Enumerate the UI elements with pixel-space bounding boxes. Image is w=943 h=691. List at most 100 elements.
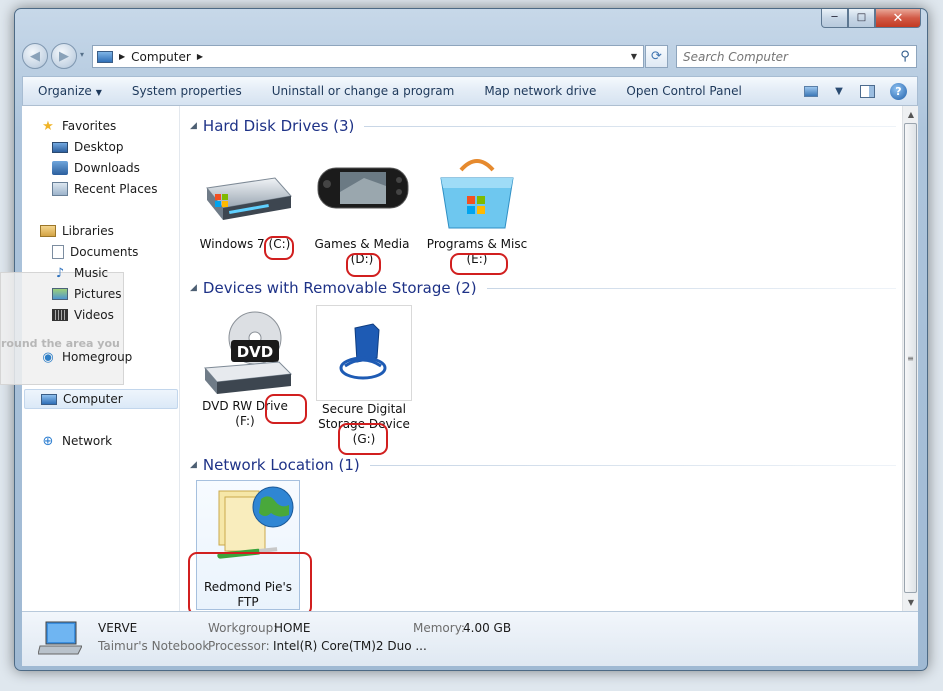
red-annotation-circle: [265, 394, 307, 424]
drive-d[interactable]: Games & Media (D:): [310, 148, 414, 267]
close-button[interactable]: ✕: [875, 9, 921, 28]
view-options-dropdown-icon[interactable]: ▼: [834, 84, 844, 98]
drive-label: Programs & Misc: [425, 237, 529, 252]
change-view-button[interactable]: [802, 84, 820, 98]
search-box[interactable]: ⚲: [676, 45, 917, 68]
toolbar-right: ▼ ?: [802, 82, 917, 100]
memory-label: Memory:: [413, 621, 465, 635]
sidebar-item-homegroup[interactable]: ◉ Homegroup: [40, 347, 132, 367]
sidebar-item-label: Libraries: [62, 224, 114, 238]
refresh-icon: ⟳: [651, 49, 662, 64]
sidebar-item-pictures[interactable]: Pictures: [52, 284, 122, 304]
red-annotation-circle: [338, 423, 388, 455]
system-properties-button[interactable]: System properties: [117, 84, 257, 98]
dvd-drive-icon: DVD: [203, 311, 293, 394]
map-network-drive-button[interactable]: Map network drive: [469, 84, 611, 98]
navigation-bar: ◀ ▶ ▾ ▶ Computer ▶ ▼ ⟳ ⚲: [22, 42, 918, 70]
breadcrumb-chevron-icon[interactable]: ▶: [119, 52, 125, 61]
shopping-basket-icon: [440, 159, 514, 229]
sd-card-icon: [339, 323, 387, 380]
forward-button[interactable]: ▶: [51, 43, 77, 69]
sidebar-item-libraries[interactable]: Libraries: [40, 221, 114, 241]
drive-letter: (F:): [235, 414, 255, 428]
address-dropdown-icon[interactable]: ▼: [631, 52, 637, 61]
computer-description: Taimur's Notebook: [98, 639, 210, 653]
drive-label: Games & Media: [310, 237, 414, 252]
sidebar-item-label: Documents: [70, 245, 139, 259]
scroll-down-icon[interactable]: ▼: [903, 594, 919, 611]
computer-icon: [97, 50, 113, 63]
pictures-icon: [52, 288, 68, 300]
breadcrumb-chevron-icon[interactable]: ▶: [197, 52, 203, 61]
back-button[interactable]: ◀: [22, 43, 48, 69]
vertical-scrollbar[interactable]: ▲ ≡ ▼: [902, 106, 918, 611]
scroll-up-icon[interactable]: ▲: [903, 106, 919, 123]
sidebar-item-recent-places[interactable]: Recent Places: [52, 179, 157, 199]
breadcrumb-computer[interactable]: Computer: [131, 50, 191, 64]
sidebar-item-label: Homegroup: [62, 350, 133, 364]
back-arrow-icon: ◀: [30, 48, 40, 64]
collapse-chevron-icon[interactable]: ◢: [190, 283, 197, 293]
navigation-pane: round the area you ★ Favorites Desktop Do…: [0, 106, 180, 611]
uninstall-program-button[interactable]: Uninstall or change a program: [257, 84, 470, 98]
documents-icon: [52, 245, 64, 259]
sidebar-item-computer[interactable]: Computer: [24, 389, 178, 409]
details-pane: VERVE Taimur's Notebook Workgroup: HOME …: [22, 611, 918, 666]
drive-e[interactable]: Programs & Misc (E:): [425, 148, 529, 267]
group-removable-storage[interactable]: ◢ Devices with Removable Storage (2): [190, 277, 896, 299]
drive-g[interactable]: [316, 305, 412, 401]
group-divider: [364, 125, 896, 127]
sidebar-item-label: Recent Places: [74, 182, 158, 196]
view-icon: [804, 85, 818, 97]
collapse-chevron-icon[interactable]: ◢: [190, 460, 197, 470]
sidebar-item-label: Pictures: [74, 287, 122, 301]
memory-value: 4.00 GB: [463, 621, 512, 635]
sidebar-item-desktop[interactable]: Desktop: [52, 137, 124, 157]
desktop-icon: [52, 141, 68, 153]
sidebar-item-network[interactable]: ⊕ Network: [40, 431, 113, 451]
help-icon[interactable]: ?: [890, 82, 907, 100]
sidebar-item-favorites[interactable]: ★ Favorites: [40, 116, 116, 136]
refresh-button[interactable]: ⟳: [645, 45, 668, 68]
sidebar-item-music[interactable]: ♪ Music: [52, 263, 108, 283]
forward-arrow-icon: ▶: [59, 48, 69, 64]
sidebar-item-label: Music: [74, 266, 109, 280]
collapse-chevron-icon[interactable]: ◢: [190, 121, 197, 131]
organize-button[interactable]: Organize ▼: [23, 84, 117, 98]
homegroup-icon: ◉: [42, 349, 54, 365]
workgroup-label: Workgroup:: [208, 621, 278, 635]
open-control-panel-button[interactable]: Open Control Panel: [611, 84, 756, 98]
address-bar[interactable]: ▶ Computer ▶ ▼: [92, 45, 644, 68]
grip-icon: ≡: [907, 353, 914, 363]
processor-label: Processor:: [208, 639, 270, 653]
sidebar-item-downloads[interactable]: Downloads: [52, 158, 140, 178]
organize-label: Organize: [38, 84, 92, 98]
scroll-thumb[interactable]: ≡: [904, 123, 917, 593]
search-icon[interactable]: ⚲: [894, 49, 916, 64]
sidebar-item-label: Downloads: [74, 161, 140, 175]
sidebar-item-label: Favorites: [62, 119, 117, 133]
recent-pages-dropdown[interactable]: ▾: [80, 50, 84, 59]
group-network-location[interactable]: ◢ Network Location (1): [190, 454, 896, 476]
videos-icon: [52, 309, 68, 321]
drive-name: Secure Digital: [322, 402, 406, 416]
drive-name: Games & Media: [314, 237, 410, 251]
client-area: round the area you ★ Favorites Desktop Do…: [0, 106, 918, 616]
sidebar-item-videos[interactable]: Videos: [52, 305, 114, 325]
processor-value: Intel(R) Core(TM)2 Duo ...: [273, 639, 427, 653]
group-hard-disk-drives[interactable]: ◢ Hard Disk Drives (3): [190, 115, 896, 137]
minimize-button[interactable]: ─: [821, 9, 848, 28]
computer-icon: [41, 393, 57, 405]
sidebar-item-documents[interactable]: Documents: [52, 242, 138, 262]
psp-device-icon: [317, 167, 409, 209]
preview-pane-icon: [859, 84, 875, 98]
red-annotation-circle: [450, 253, 508, 275]
maximize-button[interactable]: □: [848, 9, 875, 28]
dvd-badge-text: DVD: [237, 343, 274, 361]
laptop-icon: [38, 621, 82, 655]
sidebar-item-label: Computer: [63, 392, 123, 406]
hard-drive-windows-icon: [206, 177, 292, 220]
search-input[interactable]: [683, 49, 894, 64]
preview-pane-button[interactable]: [858, 84, 876, 98]
star-icon: ★: [42, 118, 54, 134]
